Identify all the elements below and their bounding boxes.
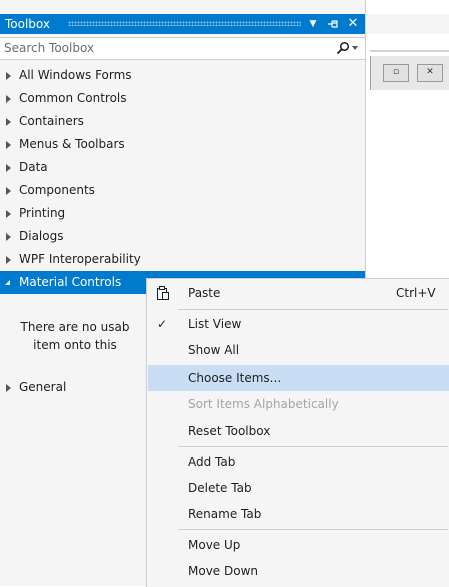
titlebar-grip <box>68 21 301 26</box>
toolbox-search <box>0 37 365 60</box>
collapsed-arrow-icon <box>6 233 11 241</box>
designer-form[interactable]: ▫ ✕ <box>370 56 449 90</box>
category-dialogs[interactable]: Dialogs <box>0 225 365 248</box>
category-printing[interactable]: Printing <box>0 202 365 225</box>
menu-item-sort-alphabetically: Sort Items Alphabetically <box>188 397 339 411</box>
collapsed-arrow-icon <box>6 164 11 172</box>
category-wpf-interoperability[interactable]: WPF Interoperability <box>0 248 365 271</box>
collapsed-arrow-icon <box>6 72 11 80</box>
menu-item-choose-items[interactable]: Choose Items... <box>148 365 449 391</box>
pin-icon[interactable] <box>325 16 341 32</box>
paste-icon <box>157 286 169 300</box>
search-icon[interactable] <box>336 41 350 55</box>
form-restore-button[interactable]: ▫ <box>383 64 409 82</box>
menu-item-paste[interactable]: Paste Ctrl+V <box>148 280 449 306</box>
toolbox-titlebar[interactable]: Toolbox ▼ ✕ <box>0 14 365 34</box>
collapsed-arrow-icon <box>6 95 11 103</box>
collapsed-arrow-icon <box>6 256 11 264</box>
toolbox-title: Toolbox <box>5 17 50 31</box>
category-components[interactable]: Components <box>0 179 365 202</box>
category-all-windows-forms[interactable]: All Windows Forms <box>0 64 365 87</box>
category-data[interactable]: Data <box>0 156 365 179</box>
collapsed-arrow-icon <box>6 187 11 195</box>
menu-item-show-all[interactable]: Show All <box>148 337 449 363</box>
menu-item-list-view[interactable]: ✓ List View <box>148 311 449 337</box>
category-menus-toolbars[interactable]: Menus & Toolbars <box>0 133 365 156</box>
menu-separator <box>178 446 448 447</box>
category-common-controls[interactable]: Common Controls <box>0 87 365 110</box>
collapsed-arrow-icon <box>6 141 11 149</box>
menu-item-rename-tab[interactable]: Rename Tab <box>148 501 449 527</box>
category-containers[interactable]: Containers <box>0 110 365 133</box>
close-icon[interactable]: ✕ <box>345 16 361 32</box>
menu-item-delete-tab[interactable]: Delete Tab <box>148 475 449 501</box>
menu-separator <box>178 529 448 530</box>
search-options-dropdown-icon[interactable] <box>352 46 358 50</box>
menu-item-add-tab[interactable]: Add Tab <box>148 449 449 475</box>
checkmark-icon: ✓ <box>157 317 168 331</box>
empty-category-message: There are no usab item onto this <box>20 320 130 352</box>
menu-item-move-down[interactable]: Move Down <box>148 558 449 584</box>
context-menu: Paste Ctrl+V ✓ List View Show All Choose… <box>146 278 449 587</box>
search-box <box>0 38 365 59</box>
designer-form-titlebar <box>370 50 449 52</box>
window-position-dropdown-icon[interactable]: ▼ <box>305 16 321 32</box>
menu-separator <box>178 309 448 310</box>
menu-item-move-up[interactable]: Move Up <box>148 532 449 558</box>
collapsed-arrow-icon <box>6 118 11 126</box>
collapsed-arrow-icon <box>6 210 11 218</box>
expanded-arrow-icon <box>5 280 10 285</box>
menu-item-reset-toolbox[interactable]: Reset Toolbox <box>148 418 449 444</box>
search-input[interactable] <box>4 40 324 56</box>
form-close-button[interactable]: ✕ <box>417 64 443 82</box>
collapsed-arrow-icon <box>6 384 11 392</box>
designer-tab-strip <box>366 14 449 34</box>
